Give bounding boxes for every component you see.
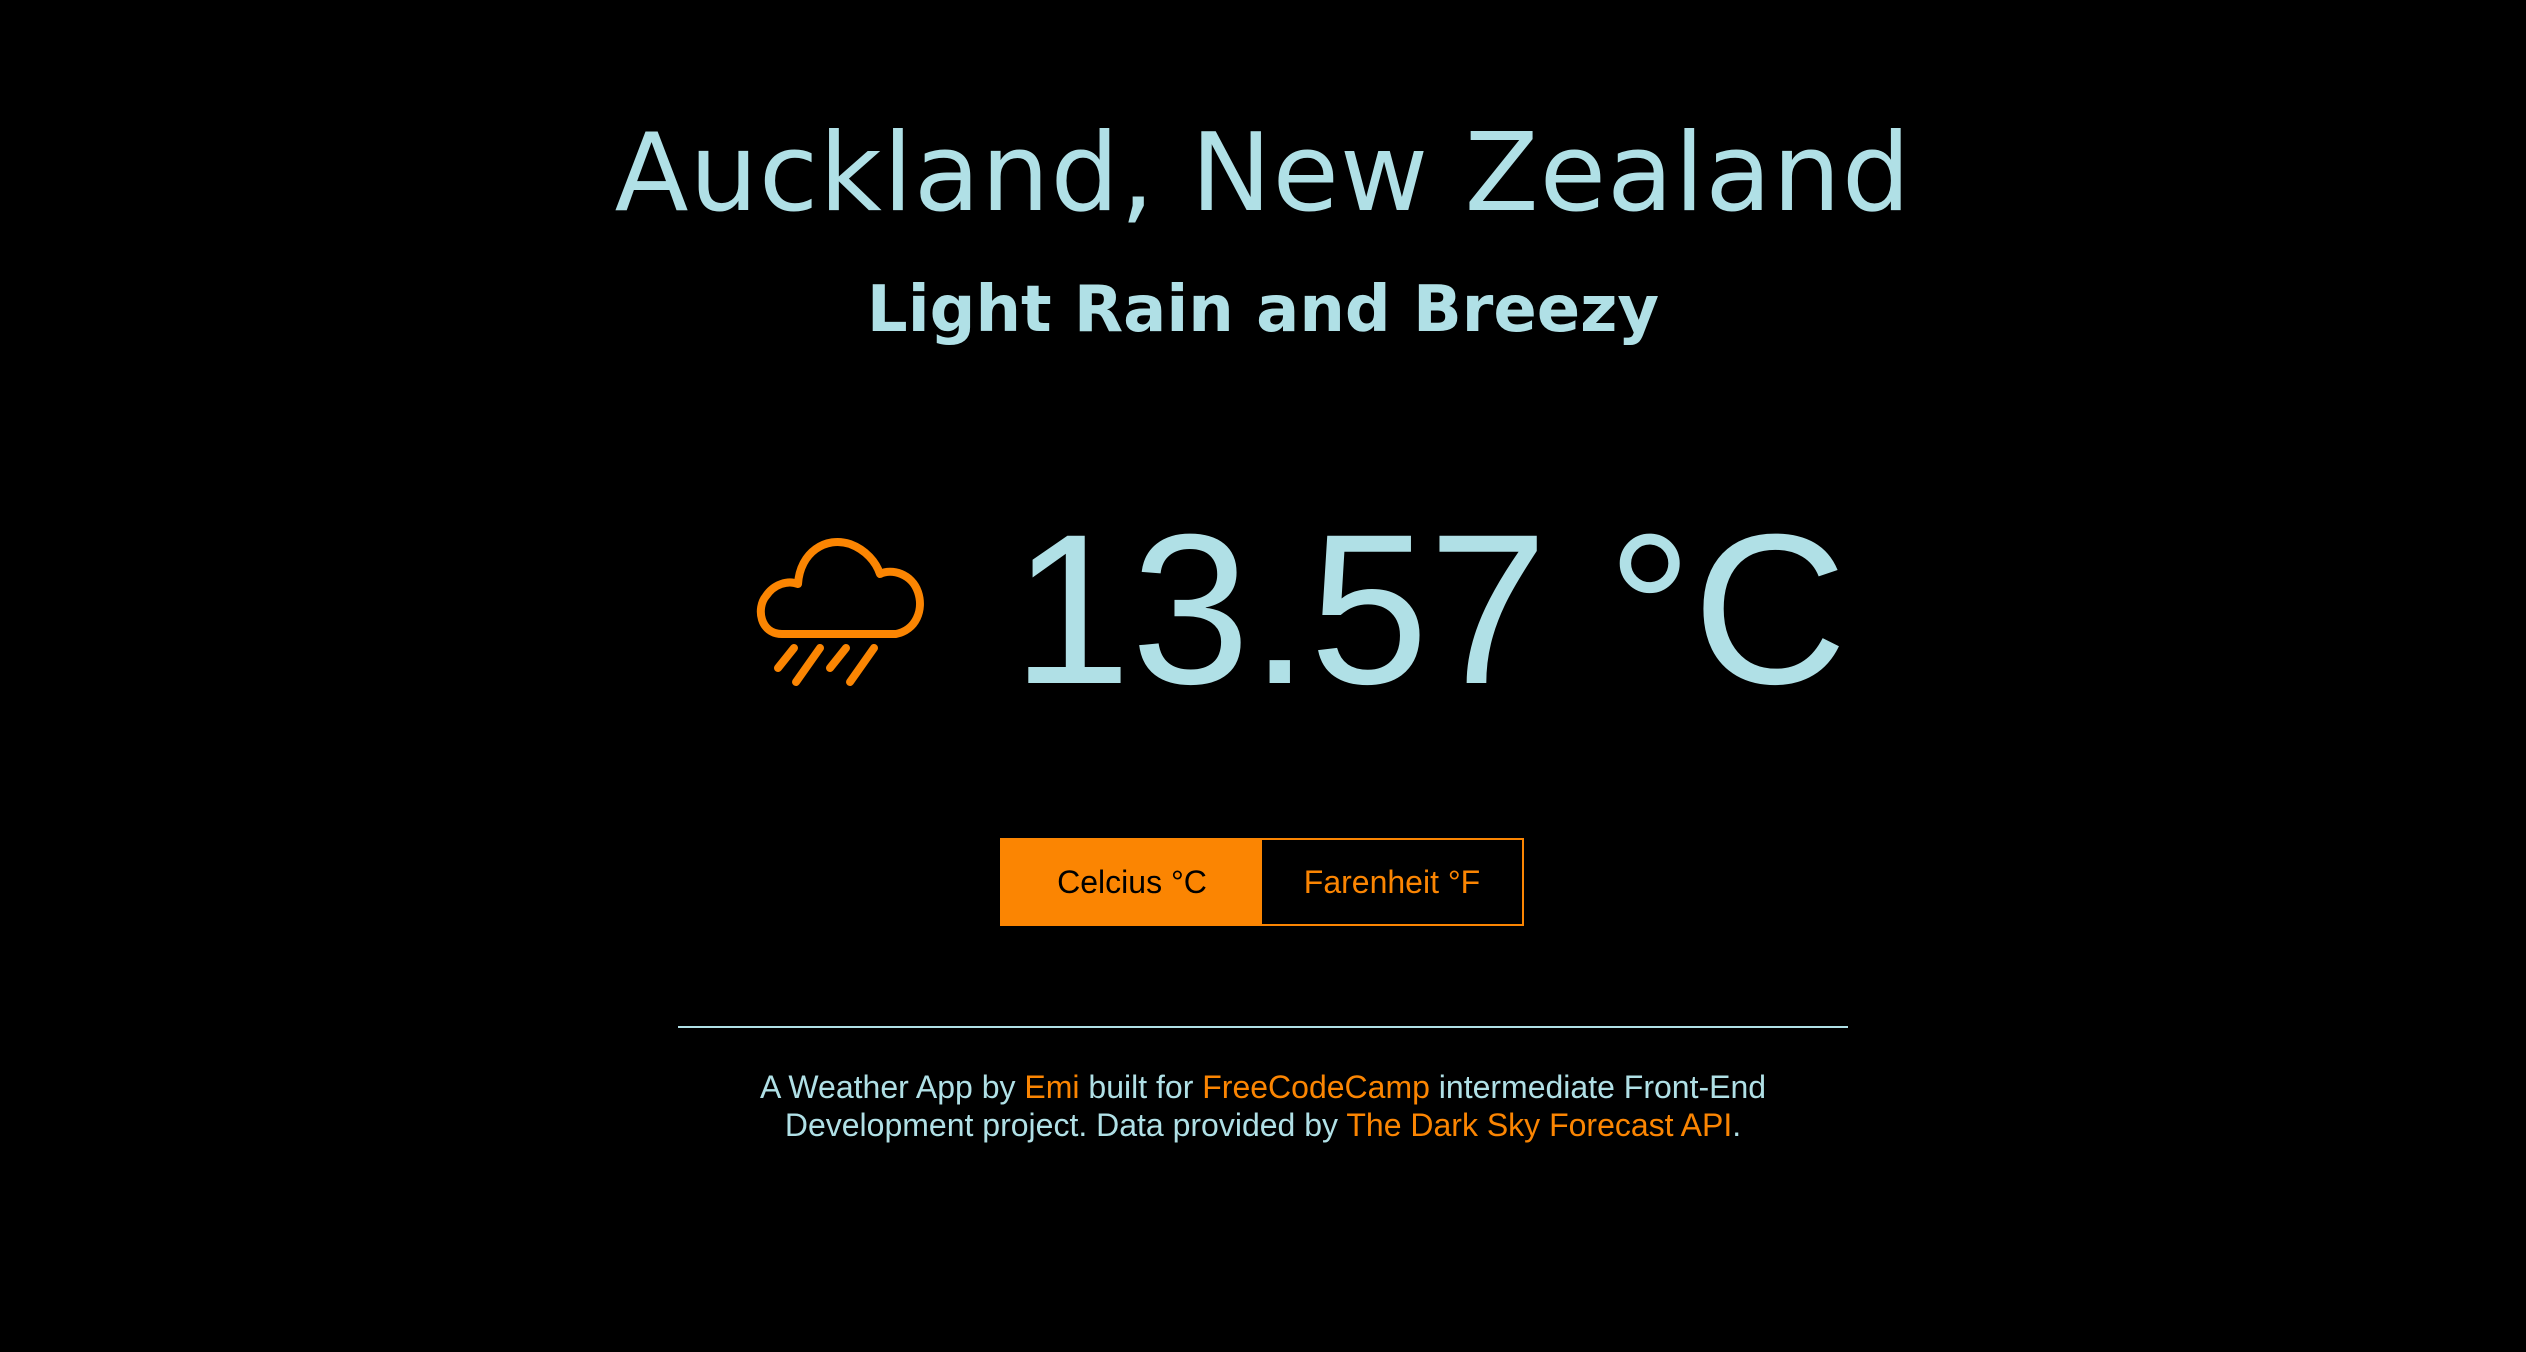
dark-sky-api-link[interactable]: The Dark Sky Forecast API	[1346, 1107, 1732, 1143]
footer-text: built for	[1079, 1069, 1203, 1105]
weather-summary: Light Rain and Breezy	[866, 273, 1660, 347]
location-title: Auckland, New Zealand	[614, 111, 1912, 236]
temperature-value: 13.57 °C	[1012, 490, 1848, 729]
divider	[678, 1026, 1848, 1028]
footer-text: A Weather App by	[759, 1069, 1025, 1105]
freecodecamp-link[interactable]: FreeCodeCamp	[1202, 1069, 1430, 1105]
weather-app: Auckland, New Zealand Light Rain and Bre…	[0, 0, 2526, 1352]
footer-text: .	[1732, 1107, 1742, 1143]
celsius-button[interactable]: Celcius °C	[1002, 840, 1262, 924]
fahrenheit-button[interactable]: Farenheit °F	[1262, 840, 1522, 924]
author-link[interactable]: Emi	[1024, 1069, 1079, 1105]
unit-toggle: Celcius °C Farenheit °F	[1000, 838, 1524, 926]
rain-icon	[756, 538, 924, 686]
footer-credits: A Weather App by Emi built for FreeCodeC…	[700, 1068, 1826, 1144]
current-weather: 13.57 °C	[0, 500, 2526, 720]
